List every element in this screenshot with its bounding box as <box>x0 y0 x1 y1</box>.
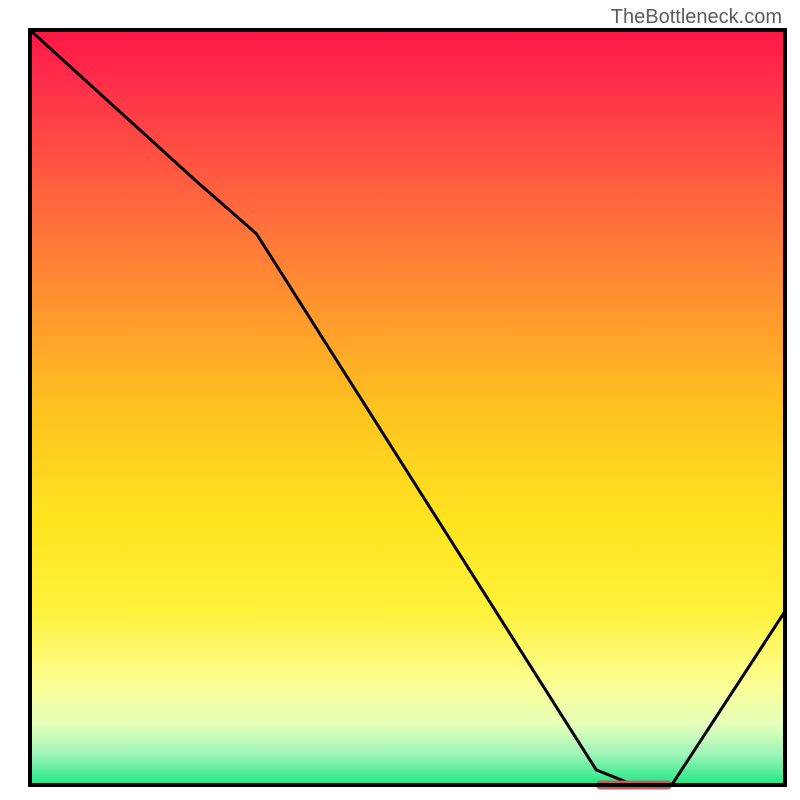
plot-background <box>30 30 785 785</box>
watermark-text: TheBottleneck.com <box>611 6 782 29</box>
bottleneck-chart <box>0 0 800 800</box>
